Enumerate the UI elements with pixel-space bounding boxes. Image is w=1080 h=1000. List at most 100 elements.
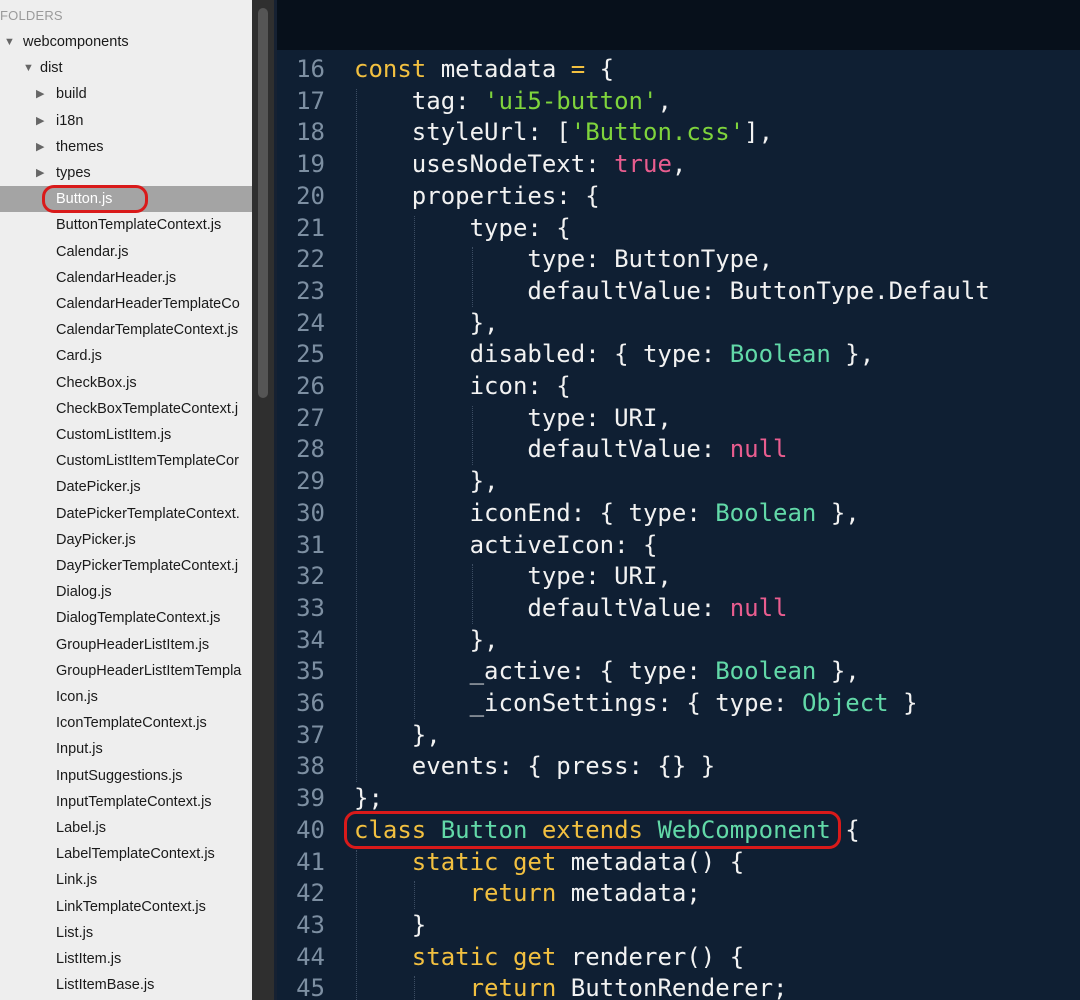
code-line[interactable]: 39}; [277, 782, 1080, 814]
code-line[interactable]: 19 usesNodeText: true, [277, 148, 1080, 180]
tree-file[interactable]: DialogTemplateContext.js [0, 605, 252, 631]
tree-file[interactable]: CalendarTemplateContext.js [0, 317, 252, 343]
tree-item-label: ListItem.js [56, 951, 122, 967]
tree-file[interactable]: GroupHeaderListItem.js [0, 632, 252, 658]
tree-folder[interactable]: ▶ i18n [0, 108, 252, 134]
tree-folder[interactable]: ▶ build [0, 81, 252, 107]
code-line[interactable]: 33 defaultValue: null [277, 592, 1080, 624]
code-line[interactable]: 29}, [277, 465, 1080, 497]
disclosure-expanded-icon[interactable]: ▼ [23, 55, 34, 81]
tree-file[interactable]: LabelTemplateContext.js [0, 841, 252, 867]
code-line[interactable]: 26 icon: { [277, 370, 1080, 402]
tree-file[interactable]: Button.js [0, 185, 252, 214]
code-token: static [411, 847, 499, 876]
code-line[interactable]: 37}, [277, 719, 1080, 751]
tree-file[interactable]: Dialog.js [0, 579, 252, 605]
editor-tab-bar [277, 0, 1080, 50]
tree-file[interactable]: ListItem.js [0, 946, 252, 972]
tree-file[interactable]: GroupHeaderListItemTempla [0, 658, 252, 684]
code-line[interactable]: 38 events: { press: {} } [277, 750, 1080, 782]
tree-folder[interactable]: ▼ dist [0, 55, 252, 81]
code-token: Boolean [729, 340, 831, 369]
code-line[interactable]: 22 type: ButtonType, [277, 243, 1080, 275]
tree-file[interactable]: CalendarHeaderTemplateCo [0, 291, 252, 317]
code-line[interactable]: 45 return ButtonRenderer; [277, 972, 1080, 1000]
tree-file[interactable]: Label.js [0, 815, 252, 841]
code-line[interactable]: 35 _active: { type: Boolean }, [277, 655, 1080, 687]
tree-file[interactable]: DayPicker.js [0, 527, 252, 553]
tree-file[interactable]: CustomListItem.js [0, 422, 252, 448]
code-line[interactable]: 32 type: URI, [277, 560, 1080, 592]
code-line[interactable]: 31 activeIcon: { [277, 529, 1080, 561]
code-token: type: ButtonType, [527, 245, 774, 274]
code-line[interactable]: 42 return metadata; [277, 877, 1080, 909]
tree-file[interactable]: DatePicker.js [0, 474, 252, 500]
code-line[interactable]: 25 disabled: { type: Boolean }, [277, 338, 1080, 370]
sidebar-scrollbar-thumb[interactable] [258, 8, 268, 398]
tree-file[interactable]: Calendar.js [0, 239, 252, 265]
line-number: 19 [296, 150, 325, 179]
tree-file[interactable]: ListItemBase.js [0, 972, 252, 998]
code-line[interactable]: 40 class Button extends WebComponent { [277, 810, 1080, 849]
code-line[interactable]: 18 styleUrl: ['Button.css'], [277, 116, 1080, 148]
code-token: static [411, 942, 499, 971]
tree-file[interactable]: CheckBoxTemplateContext.j [0, 396, 252, 422]
code-line[interactable]: 17 tag: 'ui5-button', [277, 85, 1080, 117]
code-line[interactable]: 44 static get renderer() { [277, 941, 1080, 973]
tree-folder[interactable]: ▶ types [0, 160, 252, 186]
tree-file[interactable]: CustomListItemTemplateCor [0, 448, 252, 474]
code-text: _active: { type: Boolean }, [470, 655, 860, 687]
tree-file[interactable]: InputTemplateContext.js [0, 789, 252, 815]
code-token: type: URI, [527, 562, 672, 591]
code-token: }, [469, 467, 499, 496]
tree-folder[interactable]: ▼ webcomponents [0, 29, 252, 55]
tree-file[interactable]: DatePickerTemplateContext. [0, 501, 252, 527]
code-line[interactable]: 23 defaultValue: ButtonType.Default [277, 275, 1080, 307]
tree-file[interactable]: Link.js [0, 867, 252, 893]
tree-file[interactable]: DayPickerTemplateContext.j [0, 553, 252, 579]
sidebar-scrollbar[interactable] [252, 0, 274, 1000]
line-number: 45 [296, 974, 325, 1000]
tree-file[interactable]: List.js [0, 920, 252, 946]
disclosure-collapsed-icon[interactable]: ▶ [36, 108, 44, 134]
code-line[interactable]: 28 defaultValue: null [277, 433, 1080, 465]
code-line[interactable]: 16 const metadata = { [277, 53, 1080, 85]
disclosure-expanded-icon[interactable]: ▼ [4, 29, 15, 55]
code-line[interactable]: 43} [277, 909, 1080, 941]
tree-item-label: CheckBox.js [56, 374, 137, 391]
tree-file[interactable]: Input.js [0, 736, 252, 762]
line-number: 27 [296, 403, 325, 432]
tree-file[interactable]: LinkTemplateContext.js [0, 894, 252, 920]
code-token: }, [469, 625, 499, 654]
tree-file[interactable]: InputSuggestions.js [0, 763, 252, 789]
tree-file[interactable]: Icon.js [0, 684, 252, 710]
code-line[interactable]: 24}, [277, 307, 1080, 339]
code-editor[interactable]: 16 const metadata = {17 tag: 'ui5-button',… [277, 0, 1080, 1000]
code-text: _iconSettings: { type: Object } [470, 687, 918, 719]
tree-file[interactable]: Card.js [0, 343, 252, 369]
code-line[interactable]: 34}, [277, 624, 1080, 656]
tree-file[interactable]: CalendarHeader.js [0, 265, 252, 291]
tree-file[interactable]: CheckBox.js [0, 370, 252, 396]
disclosure-collapsed-icon[interactable]: ▶ [36, 134, 44, 160]
code-token: defaultValue: ButtonType.Default [527, 276, 990, 305]
code-text: }, [470, 465, 499, 497]
tree-folder[interactable]: ▶ themes [0, 134, 252, 160]
code-token: _iconSettings: { type: [469, 689, 802, 717]
code-line[interactable]: 41 static get metadata() { [277, 846, 1080, 878]
code-line[interactable]: 20 properties: { [277, 180, 1080, 212]
disclosure-collapsed-icon[interactable]: ▶ [36, 81, 44, 107]
tree-file[interactable]: ButtonTemplateContext.js [0, 212, 252, 238]
tree-file[interactable]: IconTemplateContext.js [0, 710, 252, 736]
code-token: return [469, 974, 557, 1000]
code-text: type: URI, [527, 560, 672, 592]
code-token: type: URI, [527, 403, 672, 432]
line-number: 24 [296, 308, 325, 337]
code-line[interactable]: 27 type: URI, [277, 402, 1080, 434]
disclosure-collapsed-icon[interactable]: ▶ [36, 160, 44, 186]
code-text: }, [470, 624, 499, 656]
code-text: properties: { [412, 180, 600, 212]
code-line[interactable]: 30 iconEnd: { type: Boolean }, [277, 497, 1080, 529]
code-line[interactable]: 21 type: { [277, 212, 1080, 244]
code-line[interactable]: 36 _iconSettings: { type: Object } [277, 687, 1080, 719]
